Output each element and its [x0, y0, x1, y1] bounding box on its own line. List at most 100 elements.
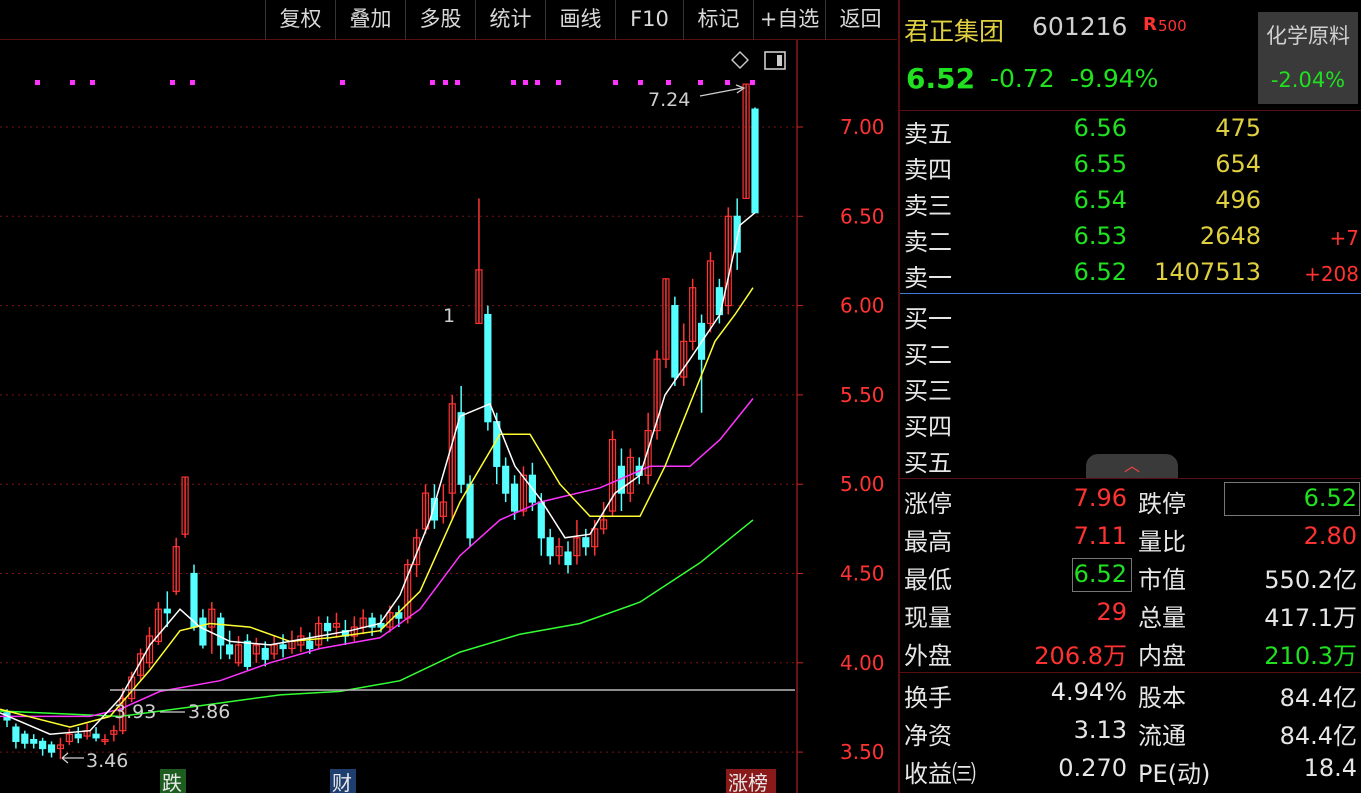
overlay-button[interactable]: 叠加: [335, 0, 405, 40]
stock-code: 601216: [1032, 12, 1128, 41]
signal-dot: [430, 80, 435, 85]
ask-level-price[interactable]: 6.52: [1074, 258, 1127, 286]
price-axis-label: 5.00: [840, 472, 885, 496]
ask-level-label: 卖四: [904, 156, 952, 184]
candle: [56, 737, 65, 760]
draw-line-button[interactable]: 画线: [545, 0, 615, 40]
book-divider: [900, 293, 1361, 294]
candle-body: [457, 412, 465, 485]
mark-button[interactable]: 标记: [683, 0, 753, 40]
signal-dot: [70, 80, 75, 85]
left-annotation-a: 3.93: [114, 701, 156, 723]
float-shares-value: 84.4亿: [1279, 722, 1357, 750]
back-button[interactable]: 返回: [825, 0, 895, 40]
candle: [502, 457, 510, 503]
outer-volume-label: 外盘: [904, 642, 952, 670]
signal-dot: [725, 80, 730, 85]
chart-toolbar: 复权 叠加 多股 统计 画线 F10 标记 +自选 返回: [0, 0, 897, 40]
price-axis-label: 5.50: [840, 383, 885, 407]
candle-body: [92, 733, 100, 739]
candle-body: [243, 640, 252, 667]
candle: [439, 484, 447, 524]
candle: [315, 616, 323, 649]
candle-body: [261, 647, 269, 660]
fuquan-button[interactable]: 复权: [265, 0, 335, 40]
panel-toggle-icon-fill: [777, 55, 782, 66]
collapse-tab[interactable]: ︿: [1086, 454, 1178, 478]
ask-level-label: 卖五: [904, 120, 952, 148]
price-axis-label: 3.50: [840, 740, 885, 764]
candle-body: [510, 483, 519, 512]
r-tag: R: [1143, 14, 1157, 35]
candle-body: [12, 726, 20, 742]
event-tag-die[interactable]: 跌: [162, 771, 182, 793]
candle-body: [502, 465, 510, 494]
ask-level-price[interactable]: 6.55: [1074, 150, 1127, 178]
sector-name: 化学原料: [1266, 24, 1350, 48]
signal-dot: [90, 80, 95, 85]
candle: [65, 728, 73, 745]
last-price: 6.52: [906, 62, 976, 95]
share-capital-label: 股本: [1138, 684, 1186, 712]
ask-level-price[interactable]: 6.54: [1074, 186, 1127, 214]
candle: [457, 385, 465, 494]
signal-dots: [35, 80, 755, 85]
candle: [608, 430, 617, 517]
diamond-icon[interactable]: [731, 51, 749, 69]
statistics-button[interactable]: 统计: [475, 0, 545, 40]
candle: [92, 727, 100, 742]
price-axis-label: 4.00: [840, 651, 885, 675]
event-tag-zhangbang[interactable]: 涨榜: [728, 771, 768, 793]
add-watchlist-button[interactable]: +自选: [753, 0, 825, 40]
candle: [101, 734, 109, 745]
candle-body: [582, 537, 590, 548]
current-volume-label: 现量: [904, 604, 952, 632]
candle: [555, 537, 563, 565]
candle: [172, 537, 180, 595]
limit-up-value: 7.96: [1073, 484, 1127, 512]
candle: [21, 730, 29, 749]
bid-level-label: 买四: [904, 413, 952, 441]
candle: [243, 634, 252, 670]
multi-stock-button[interactable]: 多股: [405, 0, 475, 40]
candle: [680, 323, 688, 386]
signal-dot: [190, 80, 195, 85]
signal-dot: [340, 80, 345, 85]
candle: [697, 314, 706, 413]
volume-ratio-value: 2.80: [1303, 522, 1357, 550]
bid-level-label: 买二: [904, 341, 952, 369]
pe-label: PE(动): [1138, 760, 1211, 788]
candle: [252, 637, 260, 663]
candle-body: [30, 738, 38, 744]
outer-volume-value: 206.8万: [1034, 642, 1127, 670]
candle: [288, 630, 296, 654]
kline-svg: 7.00 6.50 6.00 5.50 5.00 4.50 4.00 3.50 7.24 3.…: [0, 40, 885, 793]
candle-body: [323, 622, 332, 632]
candle: [208, 602, 216, 654]
low-arrow: [61, 752, 84, 764]
candle: [270, 636, 278, 660]
divider: [900, 478, 1361, 479]
signal-dot: [535, 80, 540, 85]
candle: [600, 502, 608, 535]
signal-dot: [523, 80, 528, 85]
candle-body: [39, 740, 47, 750]
event-tag-cai[interactable]: 财: [332, 771, 352, 793]
kline-chart[interactable]: 7.00 6.50 6.00 5.50 5.00 4.50 4.00 3.50 7.24 3.…: [0, 40, 897, 793]
sector-box[interactable]: 化学原料 -2.04%: [1258, 12, 1358, 104]
stock-name: 君正集团: [904, 17, 1005, 46]
chevron-up-icon: ︿: [1124, 456, 1141, 475]
ask-level-volume: 654: [1215, 150, 1261, 178]
inner-volume-label: 内盘: [1138, 642, 1186, 670]
signal-dot: [698, 80, 703, 85]
volume-ratio-label: 量比: [1138, 528, 1186, 556]
current-volume-value: 29: [1096, 598, 1127, 626]
divider: [900, 672, 1361, 673]
high-arrow: [699, 87, 743, 97]
ask-level-price[interactable]: 6.53: [1074, 222, 1127, 250]
ask-level-price[interactable]: 6.56: [1074, 114, 1127, 142]
left-annotation-b: 3.86: [188, 701, 230, 723]
f10-button[interactable]: F10: [615, 0, 683, 40]
ma10-line: [0, 287, 754, 728]
candle-body: [163, 608, 171, 614]
